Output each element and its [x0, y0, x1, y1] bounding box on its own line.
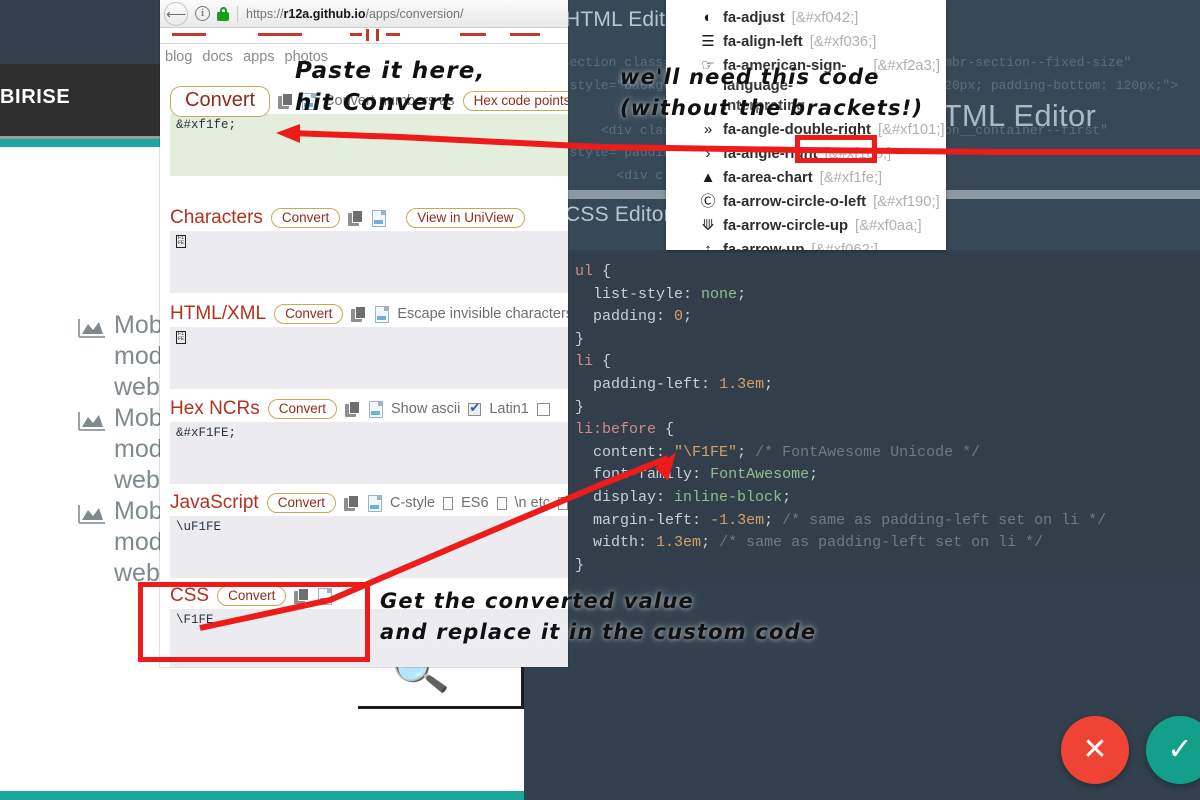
fa-item-code: [&#xf036;]	[810, 32, 877, 52]
fa-item-name: fa-arrow-up	[723, 240, 804, 250]
es6-checkbox[interactable]	[497, 497, 507, 510]
fa-item-name: fa-area-chart	[723, 168, 813, 188]
section-characters: Characters Convert View in UniView F1FE	[160, 205, 568, 293]
copy-icon[interactable]	[344, 495, 360, 512]
arrow-circle-up-icon: ⟱	[700, 216, 716, 236]
lock-icon[interactable]	[216, 7, 230, 21]
brand-logo: BIRISE	[0, 86, 70, 109]
escape-invisible-label: Escape invisible characters	[397, 306, 568, 322]
area-chart-icon	[78, 411, 106, 433]
section-hex-ncrs: Hex NCRs Convert Show ascii Latin1 &#xF1…	[160, 396, 568, 484]
missing-glyph-box: F1FE	[176, 235, 186, 248]
fa-item-name: fa-arrow-circle-o-left	[723, 192, 866, 212]
hex-ncrs-field[interactable]: &#xF1FE;	[170, 422, 568, 484]
copy-icon[interactable]	[278, 93, 294, 110]
section-javascript-title: JavaScript	[170, 492, 259, 514]
adjust-icon: ◐	[700, 8, 716, 28]
convert-button-main[interactable]: Convert	[170, 86, 270, 117]
align-left-icon: ☰	[700, 32, 716, 52]
javascript-convert-button[interactable]: Convert	[267, 493, 336, 513]
info-icon[interactable]: i	[195, 6, 210, 21]
characters-field[interactable]: F1FE	[170, 231, 568, 293]
area-chart-icon	[78, 504, 106, 526]
screenshot-root: <section class="mbr-section mbr-section-…	[0, 0, 1200, 800]
latin1-checkbox[interactable]	[537, 403, 550, 416]
section-characters-title: Characters	[170, 207, 263, 229]
fa-item-code: [&#xf0aa;]	[855, 216, 922, 236]
html-editor-watermark: HTML Editor	[920, 98, 1096, 134]
css-editor-label: CSS Editor:	[565, 203, 677, 227]
fontawesome-icon-dropdown[interactable]: ◐ fa-adjust [&#xf042;] ☰ fa-align-left […	[666, 0, 946, 250]
url-domain: r12a.github.io	[284, 7, 366, 21]
url-path: /apps/conversion/	[365, 7, 463, 21]
file-icon[interactable]	[372, 210, 386, 227]
section-javascript: JavaScript Convert C-style ES6 \n etc \u…	[160, 490, 568, 578]
escapes-label: \n etc	[515, 495, 550, 511]
input-field-value[interactable]: &#xf1fe;	[170, 114, 568, 176]
url-divider	[237, 6, 238, 22]
arrow-up-icon: ↑	[700, 240, 716, 250]
arrow-circle-o-left-icon: Ⓒ	[700, 192, 716, 212]
cancel-button[interactable]: ✕	[1061, 716, 1129, 784]
es6-label: ES6	[461, 495, 488, 511]
section-html-xml: HTML/XML Convert Escape invisible charac…	[160, 301, 568, 389]
hex-ncrs-convert-button[interactable]: Convert	[268, 399, 337, 419]
section-html-xml-title: HTML/XML	[170, 303, 266, 325]
annotation-get-value: Get the converted value and replace it i…	[380, 586, 816, 648]
fa-dropdown-item[interactable]: ☰ fa-align-left [&#xf036;]	[666, 30, 946, 54]
file-icon[interactable]	[368, 495, 382, 512]
site-header-divider	[160, 43, 568, 44]
c-style-checkbox[interactable]	[443, 497, 453, 510]
fa-item-code: [&#xf190;]	[873, 192, 940, 212]
angle-right-icon: ›	[700, 144, 716, 164]
fa-item-name: fa-adjust	[723, 8, 785, 28]
highlight-box-fa-code	[795, 135, 877, 163]
fa-item-name: fa-arrow-circle-up	[723, 216, 848, 236]
section-javascript-header: JavaScript Convert C-style ES6 \n etc	[160, 490, 568, 516]
site-nav-item-docs[interactable]: docs	[202, 49, 233, 65]
fa-dropdown-item[interactable]: ◐ fa-adjust [&#xf042;]	[666, 6, 946, 30]
fa-item-name: fa-align-left	[723, 32, 803, 52]
show-ascii-label: Show ascii	[391, 401, 460, 417]
area-chart-icon: ▲	[700, 168, 716, 188]
fa-dropdown-item[interactable]: ⟱ fa-arrow-circle-up [&#xf0aa;]	[666, 214, 946, 238]
annotation-paste-here: Paste it here, hit Convert	[295, 55, 486, 119]
javascript-field[interactable]: \uF1FE	[170, 516, 568, 578]
fa-dropdown-item[interactable]: Ⓒ fa-arrow-circle-o-left [&#xf190;]	[666, 190, 946, 214]
latin1-label: Latin1	[489, 401, 529, 417]
browser-url-bar: ⟵ i https://r12a.github.io/apps/conversi…	[160, 0, 568, 28]
annotation-need-code: we'll need this code (without the bracke…	[620, 62, 923, 124]
copy-icon[interactable]	[345, 401, 361, 418]
site-nav-item-apps[interactable]: apps	[243, 49, 274, 65]
css-editor-code[interactable]: ul { list-style: none; padding: 0; } li …	[566, 255, 1200, 585]
html-xml-field[interactable]: F1FE	[170, 327, 568, 389]
characters-convert-button[interactable]: Convert	[271, 208, 340, 228]
section-characters-header: Characters Convert View in UniView	[160, 205, 568, 231]
area-chart-icon	[78, 318, 106, 340]
fa-item-code: [&#xf062;]	[811, 240, 878, 250]
site-nav-item-blog[interactable]: blog	[165, 49, 192, 65]
preview-bottom-accent	[0, 791, 524, 800]
copy-icon[interactable]	[348, 210, 364, 227]
c-style-label: C-style	[390, 495, 435, 511]
section-hex-ncrs-title: Hex NCRs	[170, 398, 260, 420]
file-icon[interactable]	[375, 306, 389, 323]
url-prefix: https://	[246, 7, 284, 21]
view-in-uniview-button[interactable]: View in UniView	[406, 208, 524, 228]
file-icon[interactable]	[369, 401, 383, 418]
fa-dropdown-item[interactable]: ↑ fa-arrow-up [&#xf062;]	[666, 238, 946, 250]
copy-icon[interactable]	[351, 306, 367, 323]
highlight-box-css-output	[138, 582, 370, 662]
section-hex-ncrs-header: Hex NCRs Convert Show ascii Latin1	[160, 396, 568, 422]
escapes-checkbox[interactable]	[558, 497, 568, 510]
fa-dropdown-item-area-chart[interactable]: ▲ fa-area-chart [&#xf1fe;]	[666, 166, 946, 190]
show-ascii-checkbox[interactable]	[468, 403, 481, 416]
back-arrow-icon[interactable]: ⟵	[164, 2, 188, 26]
html-xml-convert-button[interactable]: Convert	[274, 304, 343, 324]
url-text[interactable]: https://r12a.github.io/apps/conversion/	[246, 7, 463, 21]
missing-glyph-box: F1FE	[176, 331, 186, 344]
fa-item-code: [&#xf042;]	[792, 8, 859, 28]
section-html-xml-header: HTML/XML Convert Escape invisible charac…	[160, 301, 568, 327]
fa-item-code: [&#xf1fe;]	[820, 168, 883, 188]
